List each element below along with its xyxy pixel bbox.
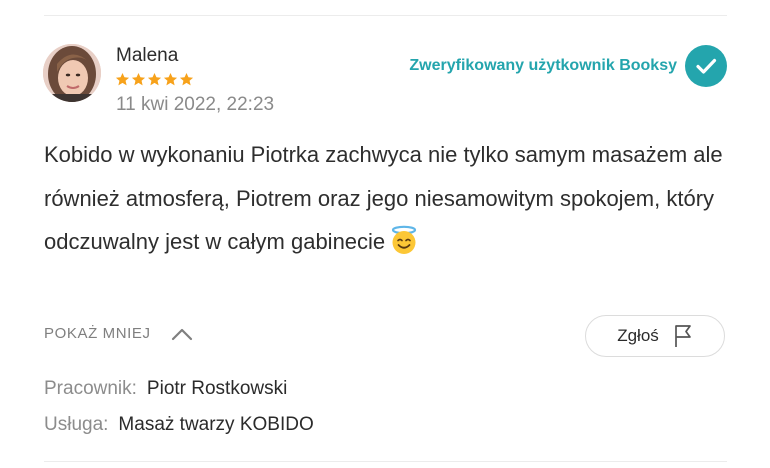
verified-label: Zweryfikowany użytkownik Booksy [409, 57, 677, 74]
bottom-divider [44, 461, 727, 462]
employee-value: Piotr Rostkowski [146, 378, 288, 399]
star-icon [179, 72, 194, 86]
halo-emoji-icon [389, 225, 419, 270]
author-name: Malena [116, 45, 179, 66]
chevron-up-icon [171, 328, 192, 340]
top-divider [44, 15, 727, 16]
verified-badge: Zweryfikowany użytkownik Booksy [409, 45, 727, 87]
review-date: 11 kwi 2022, 22:23 [116, 94, 275, 115]
star-icon [163, 72, 178, 86]
service-label: Usługa: [44, 414, 109, 435]
star-icon [115, 72, 130, 86]
employee-row: Pracownik: Piotr Rostkowski [44, 378, 287, 400]
show-less-toggle[interactable]: POKAŻ MNIEJ [44, 325, 193, 342]
employee-label: Pracownik: [44, 378, 137, 399]
flag-icon [674, 325, 691, 347]
service-row: Usługa: Masaż twarzy KOBIDO [44, 414, 314, 436]
service-value: Masaż twarzy KOBIDO [118, 414, 314, 435]
report-button[interactable]: Zgłoś [585, 315, 725, 357]
verified-check-icon [685, 45, 727, 87]
review-text: Kobido w wykonaniu Piotrka zachwyca nie … [44, 133, 724, 270]
star-rating [115, 72, 194, 87]
show-less-label: POKAŻ MNIEJ [44, 325, 151, 342]
star-icon [131, 72, 146, 86]
star-icon [147, 72, 162, 86]
report-label: Zgłoś [617, 326, 659, 345]
avatar[interactable] [43, 44, 101, 102]
review-body: Kobido w wykonaniu Piotrka zachwyca nie … [44, 142, 723, 254]
